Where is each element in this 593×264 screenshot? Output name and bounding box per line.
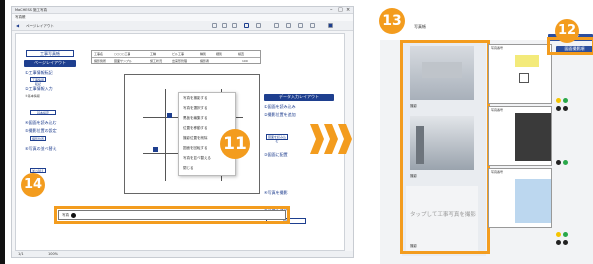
right-panel-title: データ入力レイアウト (264, 94, 334, 101)
settings-icon[interactable] (310, 23, 315, 28)
header-info-table: 工事名 ○○○○工事 工種 ビル工事 種別 細別 検査 撮影箇所 図面サンプル … (91, 50, 261, 64)
left-item-2: ②工事情報入力 (25, 86, 53, 91)
status-bar: 1/1 100% (12, 251, 353, 257)
hdr-l1: ○○○○工事 (114, 52, 131, 56)
zoom-level: 100% (48, 252, 59, 256)
arrow-chevron-2 (324, 124, 338, 154)
left-item-4: ④図面を読み込む (25, 120, 57, 125)
zoom-tool-icon[interactable] (256, 23, 261, 28)
shot-marker-2[interactable] (153, 147, 158, 152)
step-badge-13: 13 (379, 8, 405, 34)
hdr-l0: 工事名 (94, 52, 104, 56)
highlight-box-12 (547, 37, 593, 55)
hdr-l2: 工種 (150, 52, 157, 56)
menu-item-close[interactable]: 閉じる (183, 166, 233, 174)
close-icon[interactable]: × (346, 7, 350, 13)
draw-tool-icon[interactable] (212, 23, 217, 28)
page-indicator: 1/1 (18, 252, 24, 256)
left-btn-1[interactable]: 工事情報転記 (30, 77, 46, 86)
select-tool-icon[interactable] (222, 23, 227, 28)
highlight-box-14 (54, 206, 290, 224)
hdr-v3: 出来形管理 (172, 59, 188, 63)
right-item-1: ①図面を読み込み (264, 104, 296, 109)
left-item-5: ⑤撮影位置の設定 (25, 128, 57, 133)
hdr-v1: 図面サンプル (114, 59, 132, 63)
hdr-l5: 細別 (216, 52, 223, 56)
status-dot-2 (563, 98, 568, 103)
menu-item-edit-board[interactable]: 黒板を編集する (183, 116, 233, 124)
photo-sheet-2[interactable]: 写真番号 (488, 106, 552, 166)
status-dot-4 (563, 106, 568, 111)
photo-sheet-3[interactable]: 写真番号 (488, 168, 552, 228)
minimize-icon[interactable]: – (330, 7, 333, 13)
left-item-6: ⑥写真の並べ替え (25, 146, 57, 151)
menu-item-reorder[interactable]: 写真を並べ替える (183, 156, 233, 164)
grid-line-v1 (165, 89, 166, 181)
export-icon[interactable] (298, 23, 303, 28)
title-bar: MaCHESS 施工写真 – □ × (12, 7, 353, 14)
breadcrumb: ページレイアウト (26, 24, 54, 28)
text-tool-icon[interactable] (232, 23, 237, 28)
tablet-header-label: 写真帳 (414, 24, 426, 29)
sheet-3-header: 写真番号 (491, 170, 504, 174)
right-item-2: ②撮影位置を追加 (264, 112, 296, 117)
shot-marker-1[interactable] (167, 113, 172, 118)
sheet-2-dark-block (515, 113, 551, 161)
right-item-3: ③図面に配置 (264, 152, 288, 157)
step-badge-14: 14 (21, 173, 45, 197)
photo-sheet-1[interactable]: 写真番号 (488, 44, 552, 104)
left-btn-2[interactable]: 基本設定 (30, 110, 56, 115)
hdr-l3: ビル工事 (172, 52, 185, 56)
status-dot-1 (556, 98, 561, 103)
sheet-1-yellow-block (515, 55, 539, 67)
sheet-1-marker (519, 73, 529, 83)
left-item-3: ③基本情報 (25, 94, 40, 98)
hdr-l4: 種別 (200, 52, 207, 56)
app-window: MaCHESS 施工写真 – □ × 写真帳 ◀ ページレイアウト 工事写真帳 … (11, 6, 354, 258)
page-canvas: 工事写真帳 ページレイアウト ①工事情報転記 工事情報転記 ②工事情報入力 ③基… (15, 33, 345, 251)
highlight-box-13 (400, 40, 490, 254)
left-panel-title: ページレイアウト (24, 60, 76, 67)
toolbar: ◀ ページレイアウト (12, 21, 353, 31)
hdr-v0: 撮影箇所 (94, 59, 107, 63)
hdr-v2: 施工状況 (150, 59, 163, 63)
window-title: MaCHESS 施工写真 (15, 8, 48, 12)
header-row-1: 工事名 ○○○○工事 工種 ビル工事 種別 細別 検査 (92, 51, 260, 58)
maximize-icon[interactable]: □ (338, 7, 343, 13)
status-dot-5 (556, 160, 561, 165)
status-dot-3 (556, 106, 561, 111)
layout-icon[interactable] (328, 23, 333, 28)
tab-bar: 写真帳 (12, 14, 353, 21)
sheet-2-header: 写真番号 (491, 108, 504, 112)
hdr-v4: 撮影者 (200, 59, 210, 63)
tab-photobook[interactable]: 写真帳 (15, 15, 26, 20)
menu-item-select-photo[interactable]: 写真を選択する (183, 106, 233, 114)
status-dot-8 (563, 232, 568, 237)
page-label: 工事写真帳 (26, 50, 74, 57)
status-dot-10 (563, 240, 568, 245)
sheet-3-blue-block (515, 179, 551, 223)
copy-icon[interactable] (286, 23, 291, 28)
sheet-1-header: 写真番号 (491, 46, 504, 50)
hdr-v5: 100 (242, 59, 248, 63)
left-item-1: ①工事情報転記 (25, 70, 53, 75)
print-icon[interactable] (274, 23, 279, 28)
status-dot-7 (556, 232, 561, 237)
rotate-tool-icon[interactable] (244, 23, 249, 28)
right-item-4: ④写真を撮影 (264, 190, 288, 195)
status-dot-9 (556, 240, 561, 245)
back-icon[interactable]: ◀ (16, 23, 19, 28)
right-guide-panel: データ入力レイアウト ①図面を読み込み ②撮影位置を追加 図面を読み込む ③図面… (262, 94, 338, 254)
status-dot-6 (563, 160, 568, 165)
left-edge-bar (0, 0, 5, 264)
step-badge-11: 11 (220, 129, 250, 159)
arrow-chevron-1 (310, 124, 324, 154)
menu-item-take-photo[interactable]: 写真を撮影する (183, 96, 233, 104)
left-btn-3[interactable]: 撮影位置 (30, 136, 46, 141)
arrow-chevron-3 (338, 124, 352, 154)
hdr-l6: 検査 (238, 52, 245, 56)
right-btn-1[interactable]: 図面を読み込む (266, 134, 288, 143)
